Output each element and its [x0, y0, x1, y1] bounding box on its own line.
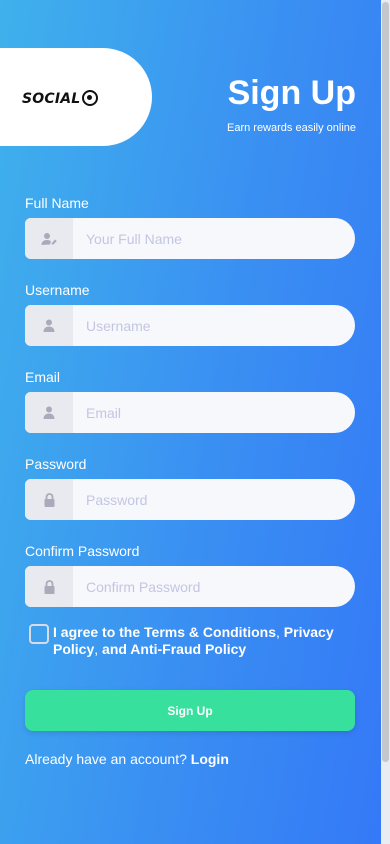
agree-prefix: I agree to the [53, 624, 145, 640]
password-input-group [25, 479, 355, 520]
username-input-group [25, 305, 355, 346]
email-input-group [25, 392, 355, 433]
full-name-label: Full Name [25, 195, 89, 211]
agree-checkbox[interactable] [29, 624, 49, 644]
user-icon [25, 392, 73, 433]
terms-link[interactable]: Terms & Conditions [144, 624, 276, 640]
confirm-password-input-group [25, 566, 355, 607]
scrollbar[interactable] [381, 0, 390, 844]
confirm-password-input[interactable] [73, 566, 355, 607]
login-row: Already have an account? Login [25, 751, 355, 767]
email-input[interactable] [73, 392, 355, 433]
anti-fraud-link[interactable]: and Anti-Fraud Policy [102, 641, 246, 657]
confirm-password-label: Confirm Password [25, 543, 140, 559]
login-link[interactable]: Login [191, 751, 229, 767]
password-label: Password [25, 456, 87, 472]
lock-icon [25, 479, 73, 520]
page-subtitle: Earn rewards easily online [226, 122, 356, 134]
agree-comma: , [276, 624, 284, 640]
sign-up-button[interactable]: Sign Up [25, 690, 355, 731]
logo-text: SOCIAL [22, 91, 81, 107]
logo-container: SOCIAL [0, 48, 152, 146]
logo: SOCIAL [22, 87, 99, 107]
lock-icon [25, 566, 73, 607]
email-label: Email [25, 369, 61, 385]
full-name-input[interactable] [73, 218, 355, 259]
user-icon [25, 305, 73, 346]
username-label: Username [25, 282, 90, 298]
user-edit-icon [25, 218, 73, 259]
agree-sep: , [94, 641, 103, 657]
agree-row: I agree to the Terms & Conditions, Priva… [25, 624, 355, 658]
username-input[interactable] [73, 305, 355, 346]
page-title: Sign Up [227, 74, 356, 112]
signup-form: Full Name Username Email [25, 195, 355, 767]
logo-mark-icon [82, 90, 99, 106]
password-input[interactable] [73, 479, 355, 520]
scrollbar-thumb[interactable] [382, 2, 389, 762]
full-name-input-group [25, 218, 355, 259]
login-prompt: Already have an account? [25, 751, 187, 767]
agree-text: I agree to the Terms & Conditions, Priva… [53, 624, 355, 658]
